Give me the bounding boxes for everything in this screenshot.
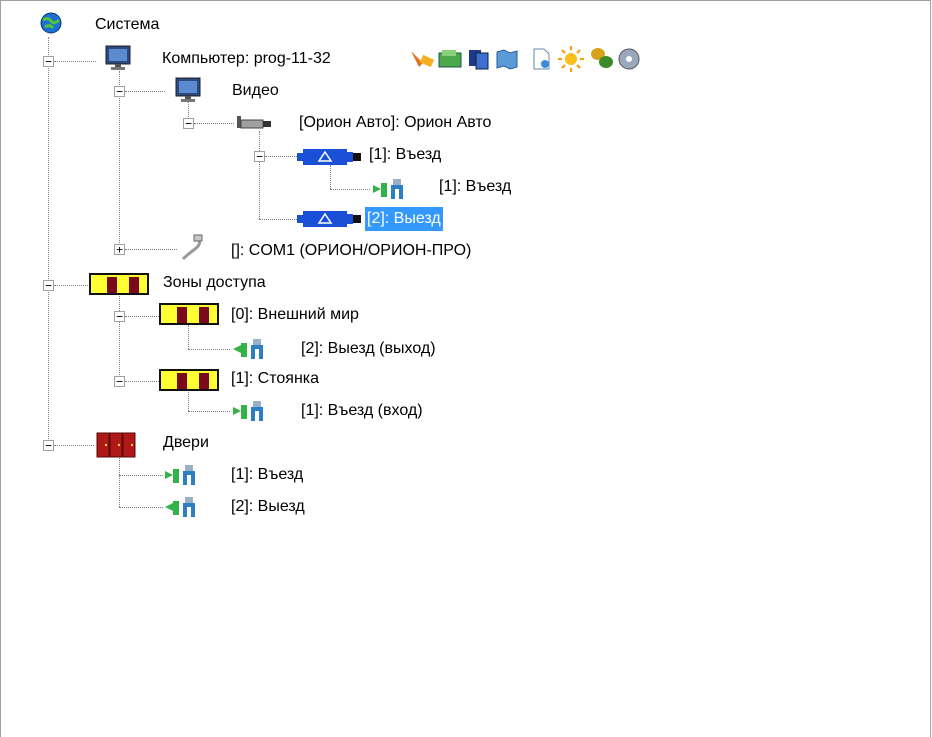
globe-icon — [40, 12, 62, 34]
tree-line — [54, 285, 90, 286]
device-tree[interactable]: − − − − + − − − − Система Компьютер: pro… — [0, 0, 931, 737]
tree-line — [48, 37, 49, 445]
map-icon[interactable] — [495, 47, 519, 71]
camera-icon — [237, 116, 271, 129]
tree-line — [265, 156, 297, 157]
tree-node-label[interactable]: Двери — [161, 433, 211, 453]
tree-line — [125, 316, 159, 317]
zone-icon — [159, 303, 219, 325]
tree-line — [54, 445, 94, 446]
tree-line — [125, 91, 165, 92]
tree-node-label[interactable]: Компьютер: prog-11-32 — [160, 49, 333, 69]
collapse-toggle[interactable]: − — [254, 151, 265, 162]
collapse-toggle[interactable]: − — [114, 376, 125, 387]
tree-node-label[interactable]: []: COM1 (ОРИОН/ОРИОН-ПРО) — [229, 241, 473, 261]
tree-line — [119, 475, 163, 476]
monitor-icon — [105, 45, 131, 70]
tree-line — [119, 507, 163, 508]
gate-entry-icon — [233, 401, 263, 421]
tree-node-label[interactable]: [1]: Стоянка — [229, 369, 321, 389]
tree-node-label[interactable]: [2]: Выезд — [229, 497, 307, 517]
tree-node-label-selected[interactable]: [2]: Выезд — [365, 207, 443, 231]
gate-exit-icon — [165, 497, 195, 517]
sun-icon[interactable] — [557, 45, 585, 73]
folder-icon[interactable] — [437, 47, 463, 71]
collapse-toggle[interactable]: − — [43, 440, 54, 451]
coins-icon[interactable] — [589, 45, 615, 71]
tree-line — [188, 349, 230, 350]
camera-sensor-icon — [297, 211, 361, 227]
tree-line — [119, 293, 120, 381]
collapse-toggle[interactable]: − — [43, 280, 54, 291]
document-icon[interactable] — [529, 47, 553, 71]
tree-line — [259, 219, 297, 220]
camera-sensor-icon — [297, 149, 361, 165]
tree-node-label[interactable]: [2]: Выезд (выход) — [299, 339, 438, 359]
zone-icon — [89, 273, 149, 295]
tree-node-label[interactable]: [1]: Въезд (вход) — [299, 401, 425, 421]
tree-node-label[interactable]: Система — [93, 15, 161, 35]
gate-exit-icon — [233, 339, 263, 359]
tree-line — [125, 249, 177, 250]
cards-icon[interactable] — [467, 47, 491, 71]
collapse-toggle[interactable]: − — [183, 118, 194, 129]
tree-node-label[interactable]: [0]: Внешний мир — [229, 305, 361, 325]
monitor-icon — [175, 77, 201, 102]
collapse-toggle[interactable]: − — [114, 86, 125, 97]
tree-node-label[interactable]: Видео — [230, 81, 281, 101]
tree-node-label[interactable]: [1]: Въезд — [437, 177, 513, 197]
tools-icon[interactable] — [409, 47, 435, 71]
tree-line — [259, 131, 260, 219]
doors-icon — [96, 432, 136, 458]
collapse-toggle[interactable]: − — [43, 56, 54, 67]
gate-entry-icon — [373, 179, 403, 199]
tree-line — [188, 325, 189, 349]
tree-node-label[interactable]: [Орион Авто]: Орион Авто — [297, 113, 493, 133]
expand-toggle[interactable]: + — [114, 244, 125, 255]
tree-line — [54, 61, 96, 62]
collapse-toggle[interactable]: − — [114, 311, 125, 322]
tree-line — [119, 451, 120, 507]
tree-line — [330, 165, 331, 189]
tree-line — [188, 411, 230, 412]
tree-line — [194, 123, 234, 124]
tree-node-label[interactable]: [1]: Въезд — [367, 145, 443, 165]
tree-line — [330, 189, 370, 190]
tree-node-label[interactable]: Зоны доступа — [161, 273, 268, 293]
serial-cable-icon — [181, 234, 203, 261]
disk-icon[interactable] — [617, 47, 641, 71]
tree-node-label[interactable]: [1]: Въезд — [229, 465, 305, 485]
zone-icon — [159, 369, 219, 391]
gate-entry-icon — [165, 465, 195, 485]
tree-line — [125, 381, 159, 382]
